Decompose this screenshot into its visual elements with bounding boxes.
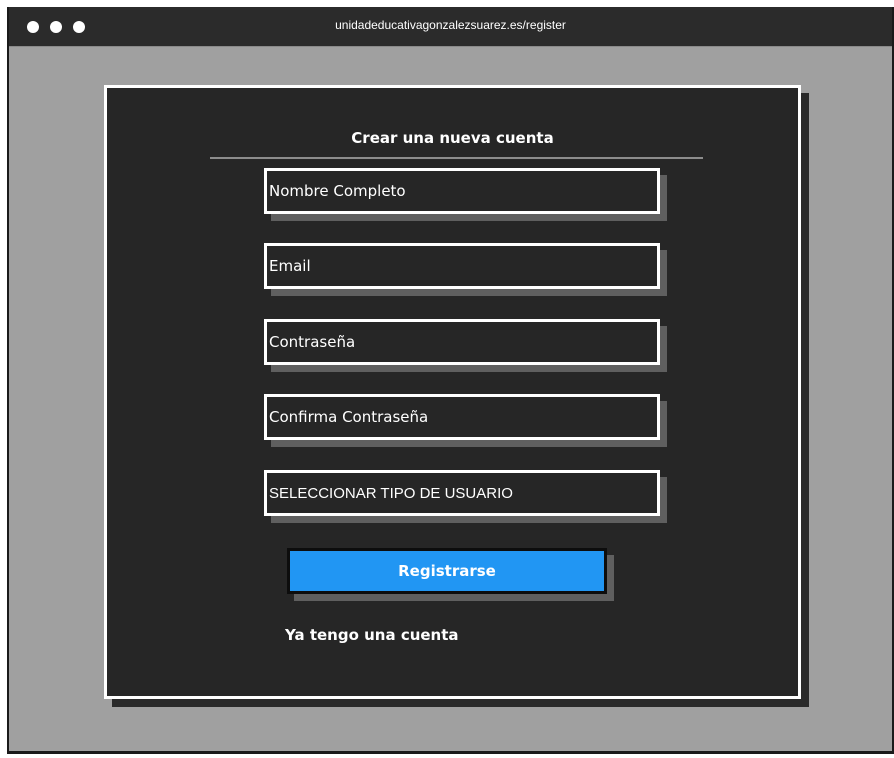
user-type-placeholder: SELECCIONAR TIPO DE USUARIO [269, 484, 513, 502]
register-card: Crear una nueva cuenta Nombre Completo E… [104, 85, 801, 699]
user-type-select[interactable]: SELECCIONAR TIPO DE USUARIO [264, 470, 660, 516]
confirm-password-placeholder: Confirma Contraseña [269, 408, 429, 426]
full-name-placeholder: Nombre Completo [269, 182, 406, 200]
email-field[interactable]: Email [264, 243, 660, 289]
email-placeholder: Email [269, 257, 311, 275]
address-bar-url[interactable]: unidadeducativagonzalezsuarez.es/registe… [9, 18, 892, 32]
password-placeholder: Contraseña [269, 333, 356, 351]
register-title: Crear una nueva cuenta [351, 129, 554, 147]
browser-titlebar: unidadeducativagonzalezsuarez.es/registe… [9, 7, 892, 47]
browser-window: unidadeducativagonzalezsuarez.es/registe… [7, 7, 894, 754]
confirm-password-field[interactable]: Confirma Contraseña [264, 394, 660, 440]
register-button[interactable]: Registrarse [287, 548, 607, 594]
password-field[interactable]: Contraseña [264, 319, 660, 365]
title-divider [210, 157, 703, 159]
full-name-field[interactable]: Nombre Completo [264, 168, 660, 214]
login-link[interactable]: Ya tengo una cuenta [285, 626, 459, 644]
